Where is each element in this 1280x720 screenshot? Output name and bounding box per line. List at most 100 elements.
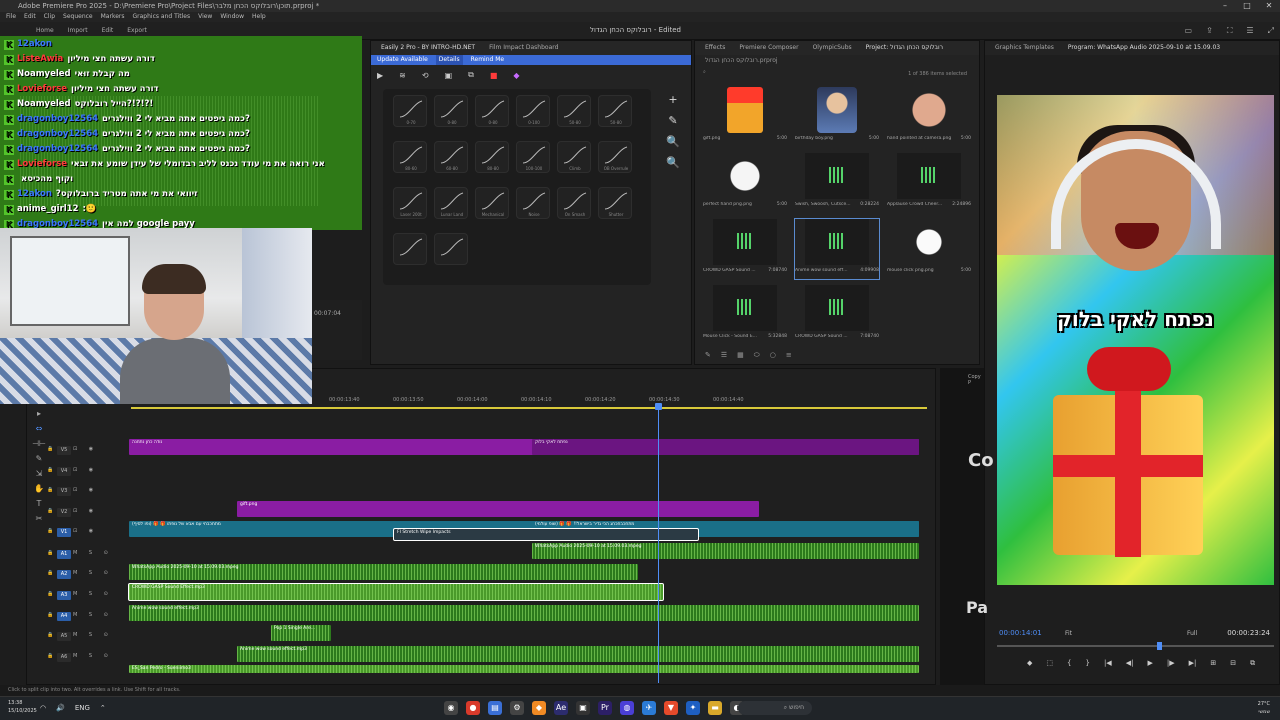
menu-view[interactable]: View <box>198 12 212 22</box>
project-item[interactable]: CROWD GASP Sound ... 7:08740 <box>795 285 879 345</box>
discord-icon[interactable]: ◍ <box>620 701 634 715</box>
lock-icon[interactable]: 🔒 <box>47 487 53 493</box>
menu-sequence[interactable]: Sequence <box>63 12 93 22</box>
weather-widget[interactable]: 27°C שמשי <box>1258 700 1270 716</box>
maximize-button[interactable]: □ <box>1236 0 1258 12</box>
zoom-out-icon[interactable]: 🔍 <box>661 156 685 169</box>
chat-username[interactable]: dragonboy12564 <box>17 114 98 124</box>
pen-icon[interactable]: ✎ <box>705 351 711 360</box>
easing-preset[interactable]: 80-80 <box>475 141 509 173</box>
track-visibility-icon[interactable]: ⊡ ◉ <box>73 467 98 473</box>
project-item[interactable]: CROWD GASP Sound ... 7:08740 <box>703 219 787 279</box>
project-item[interactable]: perfect hand png.png 5:00 <box>703 153 787 213</box>
program-timecode[interactable]: 00:00:14:01 <box>999 629 1042 637</box>
folder-icon[interactable]: ▬ <box>708 701 722 715</box>
timeline-playhead[interactable] <box>655 403 662 683</box>
lock-icon[interactable]: 🔒 <box>47 591 53 597</box>
copy-icon[interactable]: ▣ <box>445 71 453 80</box>
freeform-icon[interactable]: ⬭ <box>754 351 760 360</box>
selection-tool-icon[interactable]: ▸ <box>37 409 41 418</box>
tab-graphics-templates[interactable]: Graphics Templates <box>995 41 1054 55</box>
app-icon-5[interactable]: ✈ <box>642 701 656 715</box>
app-icon-2[interactable]: ⚙ <box>510 701 524 715</box>
track-visibility-icon[interactable]: ⊡ ◉ <box>73 487 98 493</box>
mark-in-icon[interactable]: { <box>1067 659 1071 668</box>
track-target-toggle[interactable]: A6 <box>57 653 71 662</box>
remind-me-button[interactable]: Remind Me <box>471 55 505 65</box>
list-view-icon[interactable]: ☰ <box>721 351 727 360</box>
easing-preset[interactable]: 0-70 <box>393 95 427 127</box>
chat-username[interactable]: Noamyeled <box>17 69 71 79</box>
taskbar-search[interactable]: ⌕ חיפוש <box>738 701 812 715</box>
track-mute-solo-icon[interactable]: M S ⊙ <box>73 550 113 556</box>
project-item[interactable]: hand pointed at camera.png 5:00 <box>887 87 971 147</box>
tab-premiere-composer[interactable]: Premiere Composer <box>739 41 798 55</box>
app-icon-6[interactable]: ✦ <box>686 701 700 715</box>
chat-username[interactable]: Lovieforse <box>17 84 67 94</box>
track-visibility-icon[interactable]: ⊡ ◉ <box>73 508 98 514</box>
track-target-toggle[interactable]: V5 <box>57 446 71 455</box>
files-icon[interactable]: ▤ <box>488 701 502 715</box>
easing-preset[interactable]: 0-80 <box>475 95 509 127</box>
track-mute-solo-icon[interactable]: M S ⊙ <box>73 653 113 659</box>
mark-out-icon[interactable]: } <box>1085 659 1089 668</box>
track-target-toggle[interactable]: A4 <box>57 612 71 621</box>
add-icon[interactable]: + <box>661 93 685 106</box>
track-target-toggle[interactable]: A1 <box>57 550 71 559</box>
lock-icon[interactable]: 🔒 <box>47 528 53 534</box>
step-forward-icon[interactable]: |▶ <box>1167 659 1175 668</box>
track-target-toggle[interactable]: A5 <box>57 632 71 641</box>
menu-markers[interactable]: Markers <box>101 12 125 22</box>
resolution-select[interactable]: Full <box>1187 630 1197 637</box>
lock-icon[interactable]: 🔒 <box>47 446 53 452</box>
menu-file[interactable]: File <box>6 12 16 22</box>
clip-music[interactable]: ES_San Pedro - Sueniimo3 <box>129 665 919 673</box>
chat-username[interactable]: 12akon <box>17 39 52 49</box>
easing-preset[interactable]: Climb <box>557 141 591 173</box>
easing-preset[interactable] <box>393 233 427 265</box>
program-video[interactable]: נפתח לאקי בלוק <box>997 95 1274 585</box>
easing-preset[interactable]: 0-100 <box>516 95 550 127</box>
project-item[interactable]: Swish, Swoosh, Cutsce... 0:28224 <box>795 153 879 213</box>
premiere-icon[interactable]: Pr <box>598 701 612 715</box>
chevron-up-icon[interactable]: ⌃ <box>100 704 106 712</box>
track-target-toggle[interactable]: A2 <box>57 570 71 579</box>
easing-preset[interactable]: Laser 200t <box>393 187 427 219</box>
edit-icon[interactable]: ✎ <box>661 114 685 127</box>
easing-preset[interactable]: Mechanical <box>475 187 509 219</box>
tab-import[interactable]: Import <box>68 27 88 34</box>
track-mute-solo-icon[interactable]: M S ⊙ <box>73 612 113 618</box>
menu-edit[interactable]: Edit <box>24 12 36 22</box>
after-effects-icon[interactable]: Ae <box>554 701 568 715</box>
tab-export[interactable]: Export <box>127 27 147 34</box>
project-item[interactable]: Anime wow sound eff... 4:09908 <box>794 218 880 280</box>
plugin-icon[interactable]: ◆ <box>513 71 519 80</box>
easing-preset[interactable]: Shutter <box>598 187 632 219</box>
track-visibility-icon[interactable]: ⊡ ◉ <box>73 528 98 534</box>
details-button[interactable]: Details <box>435 55 463 65</box>
track-target-toggle[interactable]: V3 <box>57 487 71 496</box>
track-visibility-icon[interactable]: ⊡ ◉ <box>73 446 98 452</box>
clip-a5-pop[interactable]: Pop 1 Single Are... <box>271 625 331 641</box>
wifi-icon[interactable]: ◠ <box>40 704 46 712</box>
track-mute-solo-icon[interactable]: M S ⊙ <box>73 591 113 597</box>
lock-icon[interactable]: 🔒 <box>47 653 53 659</box>
zoom-in-icon[interactable]: 🔍 <box>661 135 685 148</box>
volume-icon[interactable]: 🔊 <box>56 704 65 712</box>
track-target-toggle[interactable]: V1 <box>57 528 71 537</box>
easing-preset[interactable]: 100-100 <box>516 141 550 173</box>
tab-easily[interactable]: Easily 2 Pro - BY INTRO-HD.NET <box>381 41 475 55</box>
share-icon[interactable]: ⇪ <box>1206 26 1213 36</box>
app-icon-1[interactable]: ◉ <box>444 701 458 715</box>
easing-preset[interactable]: 0-80 <box>434 95 468 127</box>
tab-film-impact[interactable]: Film Impact Dashboard <box>489 41 558 55</box>
easing-preset[interactable] <box>434 233 468 265</box>
project-search[interactable]: ⌕ 1 of 386 items selected <box>703 69 967 79</box>
program-scrubber[interactable] <box>997 642 1274 650</box>
go-to-in-icon[interactable]: |◀ <box>1104 659 1112 668</box>
app-icon-3[interactable]: ◆ <box>532 701 546 715</box>
step-back-icon[interactable]: ◀| <box>1126 659 1134 668</box>
minimize-button[interactable]: – <box>1214 0 1236 12</box>
chat-username[interactable]: ListeAwia <box>17 54 63 64</box>
clock[interactable]: 13:38 15/10/2025 <box>8 699 37 715</box>
